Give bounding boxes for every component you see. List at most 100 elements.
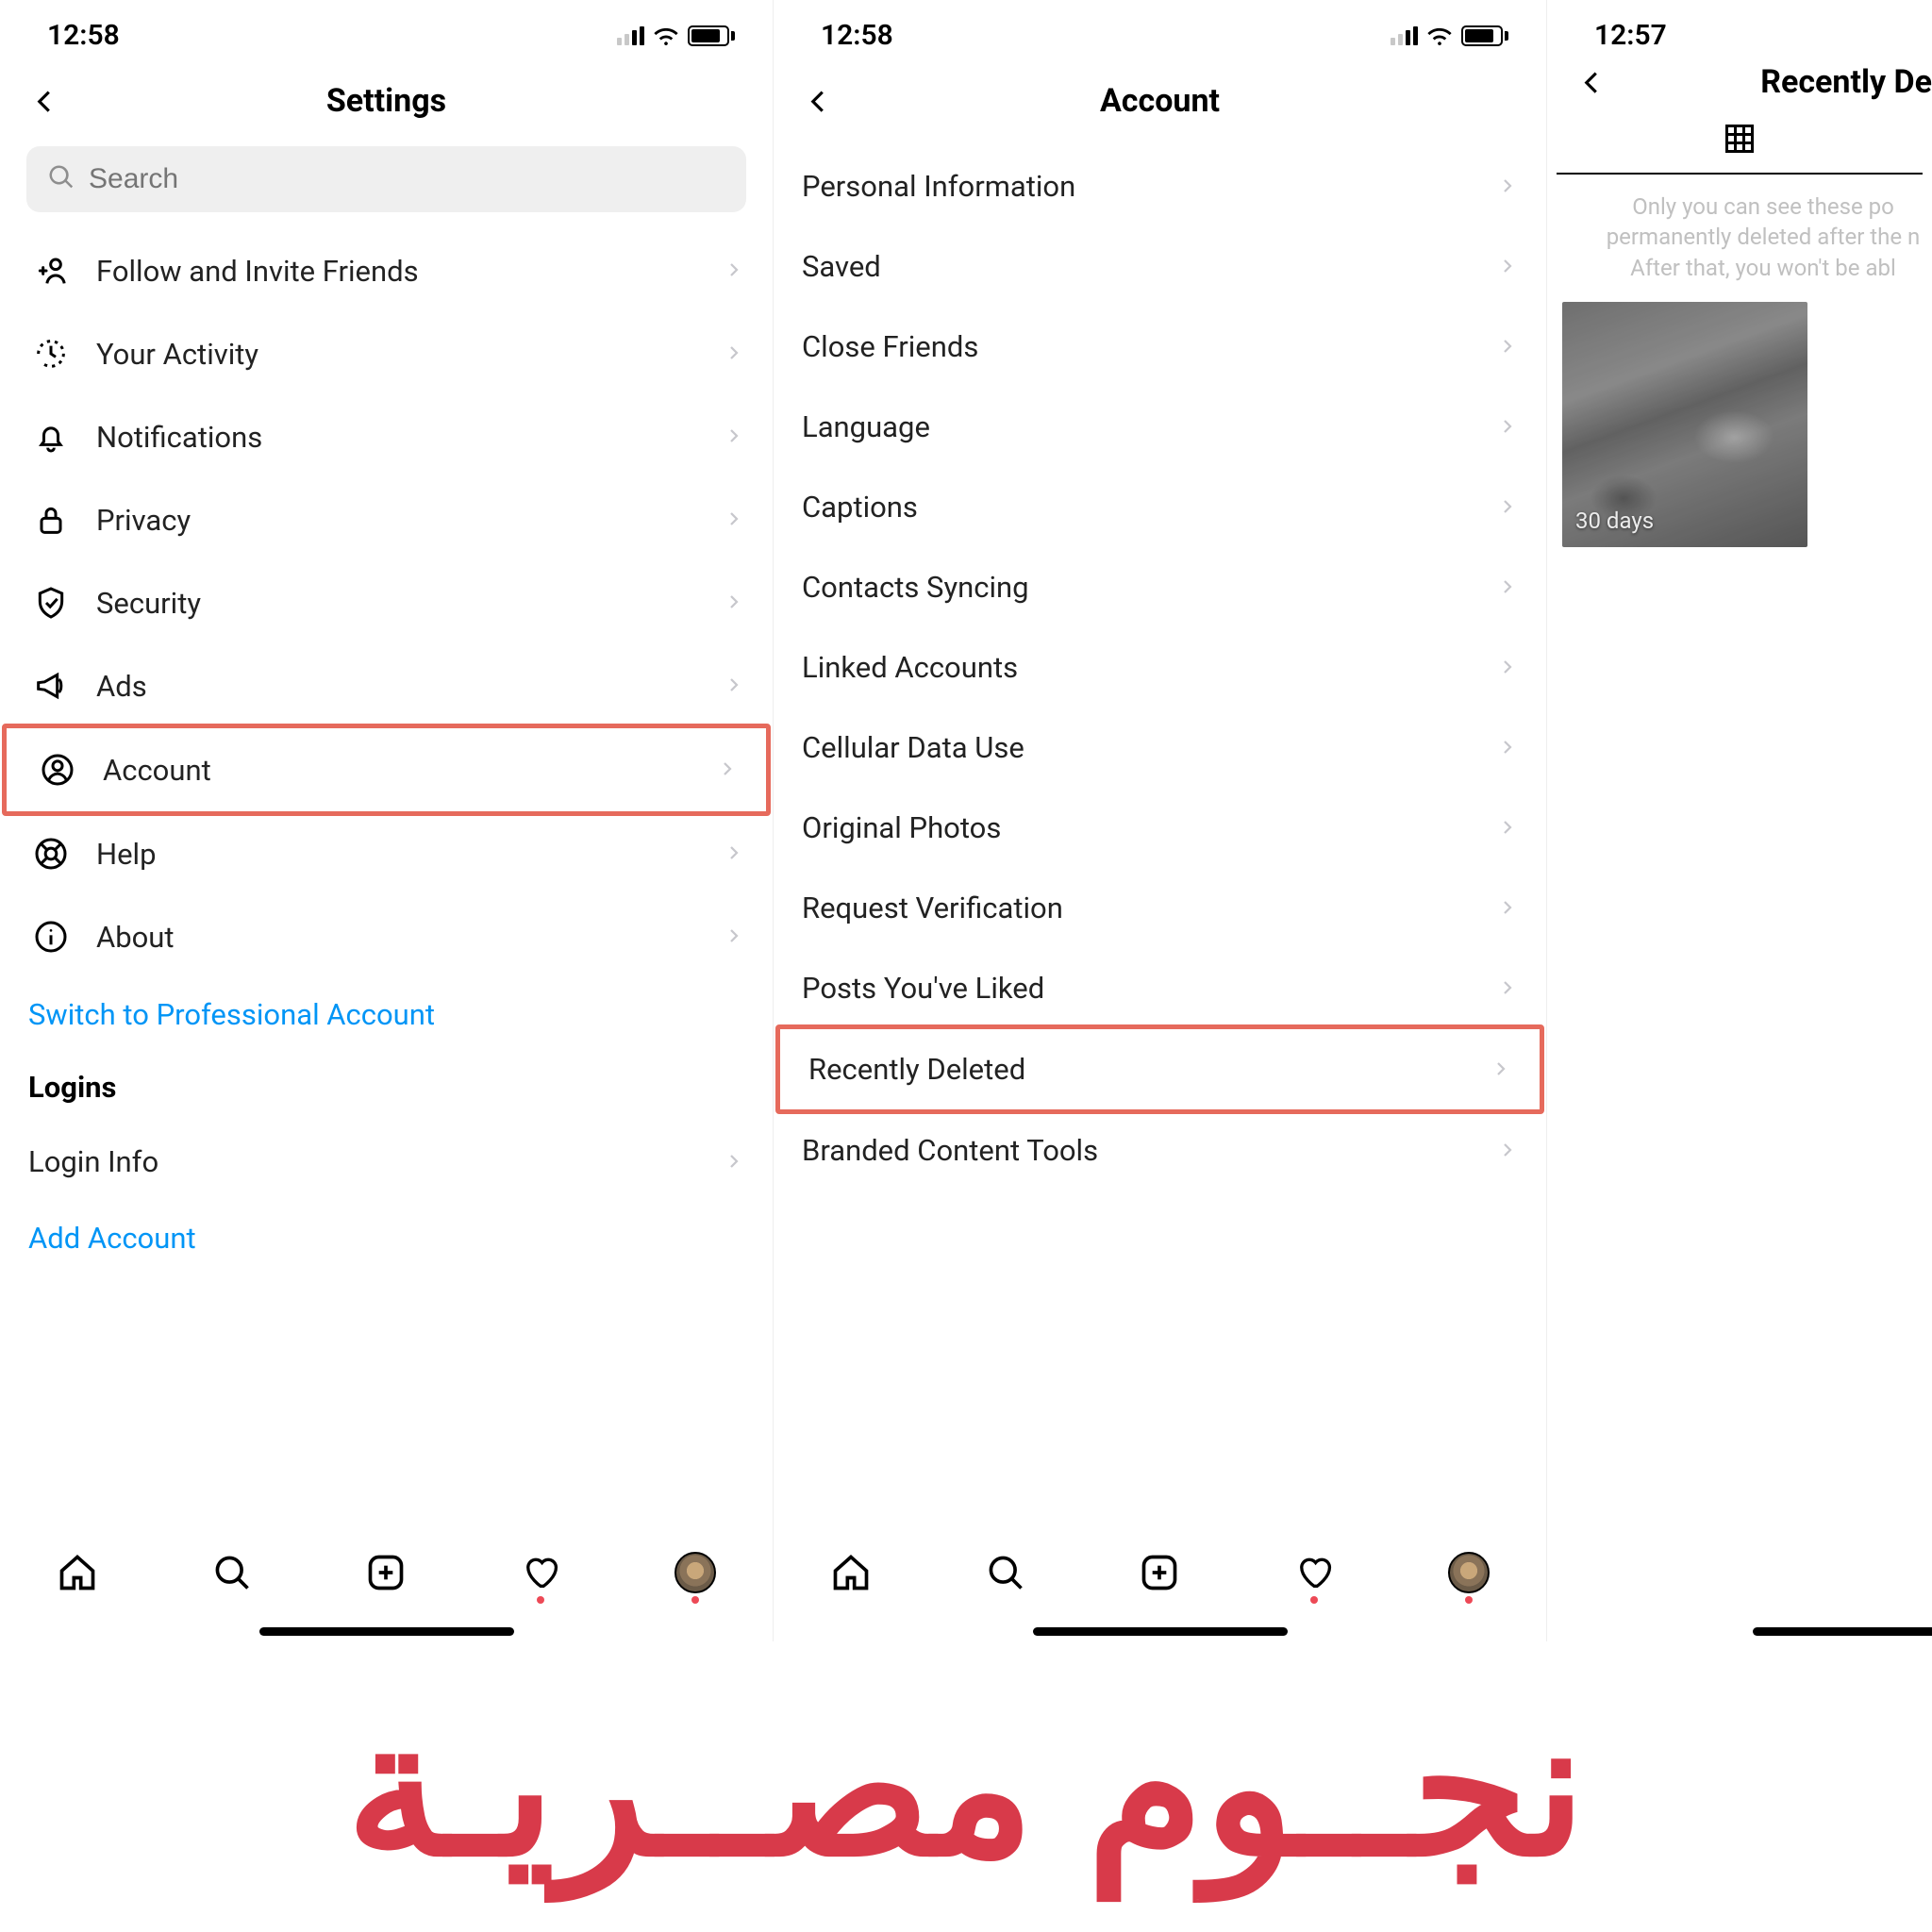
row-label: Privacy bbox=[96, 503, 699, 538]
search-input-container[interactable] bbox=[26, 146, 746, 212]
avatar-icon bbox=[1448, 1552, 1490, 1593]
header: Recently De bbox=[1547, 61, 1932, 108]
row-label: Recently Deleted bbox=[808, 1052, 1466, 1087]
tab-search[interactable] bbox=[208, 1549, 256, 1596]
status-bar: 12:58 bbox=[0, 0, 773, 61]
help-icon bbox=[32, 835, 70, 873]
home-indicator[interactable] bbox=[1753, 1627, 1932, 1636]
home-indicator[interactable] bbox=[259, 1627, 514, 1636]
row-label: Login Info bbox=[28, 1144, 699, 1179]
notification-dot-icon bbox=[1465, 1596, 1473, 1604]
row-label: Notifications bbox=[96, 420, 699, 455]
switch-professional-link[interactable]: Switch to Professional Account bbox=[0, 978, 773, 1051]
highlight-account: Account bbox=[2, 724, 771, 816]
chevron-right-icon bbox=[1499, 819, 1518, 838]
grid-icon bbox=[1723, 122, 1757, 159]
status-time: 12:57 bbox=[1594, 19, 1667, 52]
back-button[interactable] bbox=[23, 79, 68, 125]
tab-grid[interactable] bbox=[1557, 108, 1923, 175]
cellular-signal-icon bbox=[617, 26, 644, 45]
account-item-saved[interactable]: Saved bbox=[774, 226, 1546, 307]
status-icons bbox=[1391, 22, 1508, 50]
row-label: Account bbox=[103, 753, 692, 788]
account-item-request-verification[interactable]: Request Verification bbox=[774, 868, 1546, 948]
search-input[interactable] bbox=[89, 163, 725, 195]
settings-item-your-activity[interactable]: Your Activity bbox=[0, 312, 773, 395]
account-item-recently-deleted[interactable]: Recently Deleted bbox=[780, 1029, 1540, 1109]
account-item-original-photos[interactable]: Original Photos bbox=[774, 788, 1546, 868]
row-label: Cellular Data Use bbox=[802, 730, 1473, 765]
tab-search[interactable] bbox=[982, 1549, 1029, 1596]
row-label: Original Photos bbox=[802, 810, 1473, 845]
tab-profile[interactable] bbox=[1445, 1549, 1492, 1596]
chevron-right-icon bbox=[1499, 658, 1518, 677]
account-item-personal-information[interactable]: Personal Information bbox=[774, 146, 1546, 226]
chevron-right-icon bbox=[725, 1153, 744, 1172]
login-info-row[interactable]: Login Info bbox=[0, 1122, 773, 1202]
row-label: Your Activity bbox=[96, 337, 699, 372]
chevron-right-icon bbox=[725, 344, 744, 363]
settings-item-account[interactable]: Account bbox=[7, 728, 766, 811]
back-button[interactable] bbox=[1570, 60, 1615, 106]
tab-new-post[interactable] bbox=[362, 1549, 409, 1596]
chevron-right-icon bbox=[1499, 258, 1518, 276]
settings-item-privacy[interactable]: Privacy bbox=[0, 478, 773, 561]
status-time: 12:58 bbox=[47, 19, 120, 52]
chevron-right-icon bbox=[725, 510, 744, 529]
tab-activity[interactable] bbox=[1291, 1549, 1338, 1596]
add-account-link[interactable]: Add Account bbox=[0, 1202, 773, 1274]
account-item-cellular-data-use[interactable]: Cellular Data Use bbox=[774, 708, 1546, 788]
account-icon bbox=[39, 751, 76, 789]
info-text: Only you can see these po permanently de… bbox=[1547, 192, 1932, 302]
recently-deleted-screen: 12:57 Recently De Only you can see these… bbox=[1547, 0, 1932, 1641]
clock-activity-icon bbox=[32, 335, 70, 373]
status-time: 12:58 bbox=[821, 19, 893, 52]
settings-item-about[interactable]: About bbox=[0, 895, 773, 978]
account-item-captions[interactable]: Captions bbox=[774, 467, 1546, 547]
chevron-right-icon bbox=[1492, 1060, 1511, 1079]
logins-section-header: Logins bbox=[0, 1051, 773, 1122]
battery-icon bbox=[688, 25, 735, 46]
settings-item-notifications[interactable]: Notifications bbox=[0, 395, 773, 478]
chevron-right-icon bbox=[1499, 177, 1518, 196]
chevron-right-icon bbox=[725, 593, 744, 612]
status-icons bbox=[617, 22, 735, 50]
chevron-right-icon bbox=[725, 927, 744, 946]
deleted-post-thumbnail[interactable]: 30 days bbox=[1562, 302, 1807, 547]
row-label: Language bbox=[802, 409, 1473, 444]
account-screen: 12:58 Account Personal InformationSavedC… bbox=[774, 0, 1547, 1641]
settings-item-help[interactable]: Help bbox=[0, 812, 773, 895]
row-label: Posts You've Liked bbox=[802, 971, 1473, 1006]
chevron-right-icon bbox=[1499, 418, 1518, 437]
back-button[interactable] bbox=[796, 79, 841, 125]
account-item-linked-accounts[interactable]: Linked Accounts bbox=[774, 627, 1546, 708]
megaphone-icon bbox=[32, 667, 70, 705]
tab-home[interactable] bbox=[54, 1549, 101, 1596]
chevron-right-icon bbox=[1499, 338, 1518, 357]
settings-item-ads[interactable]: Ads bbox=[0, 644, 773, 727]
page-title: Account bbox=[1100, 82, 1220, 120]
row-label: About bbox=[96, 920, 699, 955]
shield-icon bbox=[32, 584, 70, 622]
chevron-right-icon bbox=[725, 261, 744, 280]
chevron-right-icon bbox=[1499, 979, 1518, 998]
settings-item-follow-invite[interactable]: Follow and Invite Friends bbox=[0, 229, 773, 312]
tab-activity[interactable] bbox=[517, 1549, 564, 1596]
account-item-branded-content-tools[interactable]: Branded Content Tools bbox=[774, 1110, 1546, 1191]
page-title: Settings bbox=[326, 82, 446, 120]
bell-icon bbox=[32, 418, 70, 456]
tab-home[interactable] bbox=[827, 1549, 874, 1596]
home-indicator[interactable] bbox=[1033, 1627, 1288, 1636]
tab-new-post[interactable] bbox=[1136, 1549, 1183, 1596]
cellular-signal-icon bbox=[1391, 26, 1418, 45]
tab-profile[interactable] bbox=[672, 1549, 719, 1596]
account-item-language[interactable]: Language bbox=[774, 387, 1546, 467]
wifi-icon bbox=[652, 22, 680, 50]
account-item-posts-you-ve-liked[interactable]: Posts You've Liked bbox=[774, 948, 1546, 1028]
row-label: Follow and Invite Friends bbox=[96, 254, 699, 289]
account-item-close-friends[interactable]: Close Friends bbox=[774, 307, 1546, 387]
settings-screen: 12:58 Settings bbox=[0, 0, 774, 1641]
chevron-right-icon bbox=[1499, 498, 1518, 517]
account-item-contacts-syncing[interactable]: Contacts Syncing bbox=[774, 547, 1546, 627]
settings-item-security[interactable]: Security bbox=[0, 561, 773, 644]
